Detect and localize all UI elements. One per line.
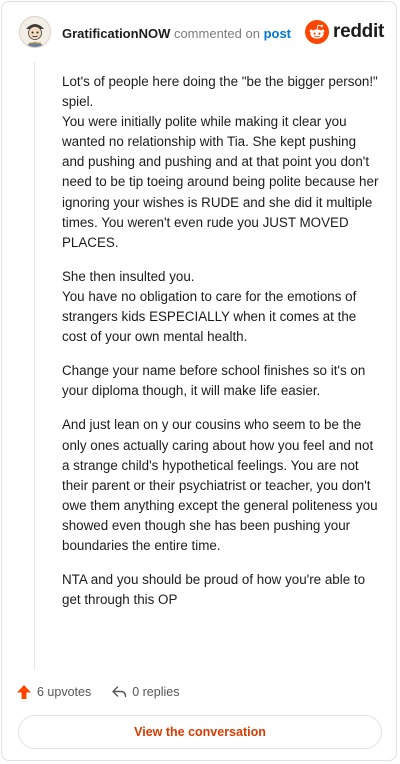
avatar-illustration-icon	[20, 17, 50, 47]
upvote-arrow-icon	[17, 685, 31, 699]
comment-paragraph: NTA and you should be proud of how you'r…	[62, 572, 366, 608]
comment-paragraph: Change your name before school finishes …	[62, 363, 366, 399]
reddit-brand[interactable]: reddit	[305, 20, 384, 44]
comment-byline: GratificationNOW commented on post	[62, 26, 291, 41]
user-avatar[interactable]	[19, 16, 51, 48]
comment-header: GratificationNOW commented on post reddi…	[2, 2, 398, 64]
reddit-logo-icon	[305, 20, 330, 44]
reply-count: 0 replies	[132, 685, 180, 699]
comment-paragraph: Lot's of people here doing the "be the b…	[62, 74, 379, 250]
view-conversation-button[interactable]: View the conversation	[18, 715, 382, 749]
comment-paragraph: She then insulted you. You have no oblig…	[62, 268, 357, 345]
username-link[interactable]: GratificationNOW	[62, 26, 170, 41]
reply-arrow-icon	[112, 686, 127, 698]
comment-body: Lot's of people here doing the "be the b…	[62, 72, 382, 624]
comment-paragraph: And just lean on y our cousins who seem …	[62, 417, 378, 553]
reply-button[interactable]: 0 replies	[111, 684, 179, 700]
thread-line	[34, 62, 35, 670]
upvote-button[interactable]: 6 upvotes	[16, 684, 91, 700]
reddit-wordmark: reddit	[333, 21, 384, 42]
upvote-count: 6 upvotes	[37, 685, 92, 699]
comment-card: GratificationNOW commented on post reddi…	[1, 1, 397, 761]
comment-actions: 6 upvotes 0 replies	[16, 682, 199, 702]
post-link[interactable]: post	[264, 26, 291, 41]
byline-action-text: commented on	[170, 26, 264, 41]
